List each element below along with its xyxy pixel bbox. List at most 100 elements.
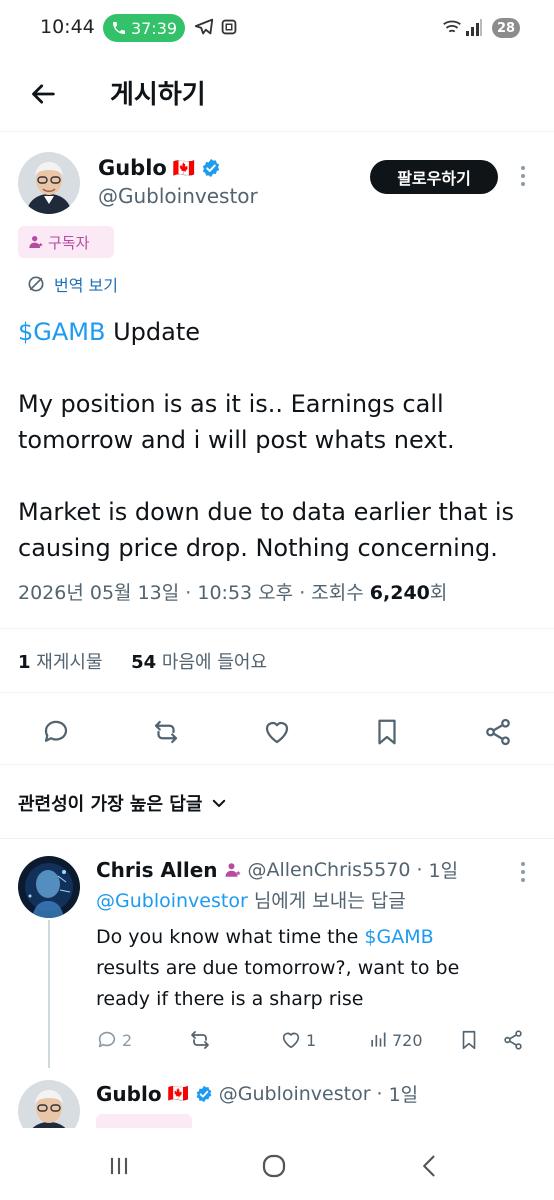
reply-view-count: 720: [392, 1030, 423, 1050]
reply-line-2: results are due tomorrow?, want to be: [96, 957, 460, 979]
chevron-down-icon: [213, 799, 226, 807]
post-meta: 2026년 05월 13일 · 10:53 오후 · 조회수 6,240회: [18, 582, 448, 604]
canada-flag-icon: 🇨🇦: [172, 157, 196, 179]
post-time: 10:53 오후: [197, 582, 294, 604]
reply-line-1: Do you know what time the: [96, 926, 365, 948]
post-more-button[interactable]: [513, 161, 533, 191]
second-reply-author-name[interactable]: Gublo: [96, 1082, 162, 1106]
canada-flag-icon: 🇨🇦: [167, 1083, 189, 1104]
bookmark-icon: [378, 719, 396, 745]
avatar-image: [18, 152, 80, 214]
cashtag-link[interactable]: $GAMB: [18, 318, 105, 346]
system-back-button[interactable]: [410, 1146, 450, 1186]
reply-like-button[interactable]: 1: [280, 1024, 316, 1056]
share-button[interactable]: [478, 712, 518, 752]
reply-author-avatar[interactable]: [18, 856, 80, 918]
reply-author-handle[interactable]: @AllenChris5570: [248, 859, 411, 881]
reply-actions: 2 1 720: [96, 1024, 536, 1056]
post-line-3: tomorrow and i will post whats next.: [18, 426, 455, 454]
replying-to: @Gubloinvestor 님에게 보내는 답글: [96, 886, 406, 913]
post-line-5: causing price drop. Nothing concerning.: [18, 534, 498, 562]
second-reply-author-handle[interactable]: @Gubloinvestor: [219, 1083, 371, 1105]
reply-reply-button[interactable]: 2: [96, 1024, 132, 1056]
follow-button[interactable]: 팔로우하기: [370, 160, 498, 194]
post-stats: 1 재게시물 54 마음에 들어요: [18, 648, 267, 674]
reply-bookmark-button[interactable]: [458, 1024, 480, 1056]
divider: [0, 764, 554, 765]
post-line-4: Market is down due to data earlier that …: [18, 498, 515, 526]
bookmark-button[interactable]: [367, 712, 407, 752]
top-app-bar: 게시하기: [0, 56, 554, 132]
reply-button[interactable]: [36, 712, 76, 752]
reply-repost-button[interactable]: [188, 1024, 212, 1056]
reply-time: 1일: [428, 860, 459, 882]
reply-sort-dropdown[interactable]: 관련성이 가장 높은 답글: [18, 790, 228, 816]
translate-link[interactable]: 번역 보기: [26, 272, 118, 296]
reply-sort-label: 관련성이 가장 높은 답글: [18, 794, 203, 815]
reply-share-button[interactable]: [502, 1024, 524, 1056]
divider: [0, 838, 554, 839]
repost-icon: [191, 1031, 209, 1049]
reply-reply-count: 2: [122, 1030, 133, 1050]
divider: [0, 692, 554, 693]
repost-button[interactable]: [146, 712, 186, 752]
status-time: 10:44: [40, 16, 95, 38]
chevron-left-icon: [423, 1155, 435, 1177]
reply-views-button[interactable]: 720: [368, 1024, 423, 1056]
call-indicator[interactable]: 37:39: [103, 14, 185, 42]
subscriber-badge-label: 구독자: [48, 233, 90, 252]
arrow-left-icon: [32, 84, 55, 104]
verified-badge-icon[interactable]: [201, 158, 221, 178]
home-button[interactable]: [254, 1146, 294, 1186]
reply-cashtag-link[interactable]: $GAMB: [364, 926, 433, 948]
post-line-1: Update: [105, 318, 201, 346]
share-icon: [486, 718, 510, 746]
reply-like-count: 1: [306, 1030, 317, 1050]
author-display-name[interactable]: Gublo: [98, 156, 167, 180]
battery-indicator: 28: [492, 18, 520, 38]
back-button[interactable]: [24, 74, 64, 114]
translate-icon: [28, 276, 44, 292]
recent-apps-button[interactable]: [99, 1146, 139, 1186]
view-count[interactable]: 6,240: [370, 582, 430, 604]
reply-author-name[interactable]: Chris Allen: [96, 858, 218, 882]
verified-badge-icon[interactable]: [195, 1085, 213, 1103]
comment-icon: [44, 720, 68, 742]
repost-icon: [154, 720, 178, 744]
reply-line-3: ready if there is a sharp rise: [96, 988, 364, 1010]
like-button[interactable]: [257, 712, 297, 752]
heart-icon: [282, 1032, 300, 1049]
page-title: 게시하기: [110, 80, 206, 110]
reply-more-button[interactable]: [513, 857, 533, 887]
share-icon: [504, 1030, 522, 1050]
second-reply-time: 1일: [388, 1084, 419, 1106]
thread-connector: [48, 920, 50, 1068]
like-stat[interactable]: 54 마음에 들어요: [131, 652, 267, 673]
home-icon: [262, 1154, 286, 1178]
heart-icon: [265, 721, 289, 744]
telegram-icon: [194, 18, 214, 35]
recent-apps-icon: [110, 1157, 128, 1175]
post-date: 2026년 05월 13일: [18, 582, 180, 604]
replying-to-mention[interactable]: @Gubloinvestor: [96, 890, 248, 912]
post-actions: [0, 712, 554, 752]
signal-icon: [466, 19, 482, 36]
author-avatar[interactable]: [18, 152, 80, 214]
subscriber-icon: [29, 236, 43, 248]
translate-label: 번역 보기: [54, 276, 118, 295]
system-navigation-bar: [0, 1128, 554, 1200]
author-handle[interactable]: @Gubloinvestor: [98, 184, 258, 208]
subscriber-badge[interactable]: 구독자: [18, 226, 114, 258]
second-reply-header: Gublo 🇨🇦 @Gubloinvestor · 1일: [96, 1081, 419, 1107]
author-name-line: Gublo 🇨🇦: [98, 156, 221, 180]
analytics-icon: [371, 1032, 386, 1047]
views-label: 조회수: [311, 582, 364, 604]
avatar-image: [18, 856, 80, 918]
comment-icon: [98, 1031, 116, 1048]
phone-icon: [112, 22, 125, 34]
call-timer: 37:39: [130, 18, 178, 38]
bookmark-icon: [462, 1030, 476, 1050]
repost-stat[interactable]: 1 재게시물: [18, 652, 103, 673]
post-body: $GAMB Update My position is as it is.. E…: [18, 314, 543, 566]
post-line-2: My position is as it is.. Earnings call: [18, 390, 444, 418]
